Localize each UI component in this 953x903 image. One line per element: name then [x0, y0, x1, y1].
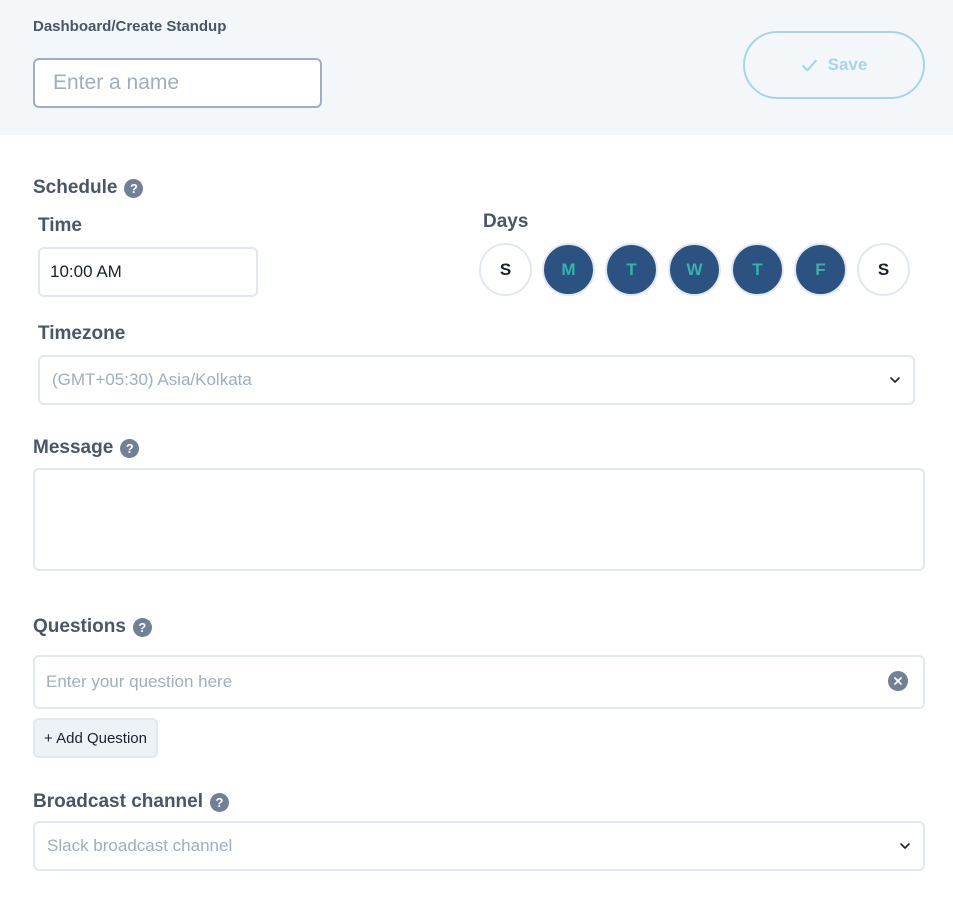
day-toggle-wednesday[interactable]: W	[668, 243, 721, 296]
breadcrumb[interactable]: Dashboard/Create Standup	[33, 18, 226, 35]
broadcast-help-icon[interactable]: ?	[210, 792, 229, 812]
questions-heading: Questions ?	[33, 616, 152, 638]
broadcast-placeholder: Slack broadcast channel	[47, 836, 233, 855]
timezone-value: (GMT+05:30) Asia/Kolkata	[52, 370, 252, 389]
broadcast-label: Broadcast channel	[33, 791, 203, 812]
timezone-label: Timezone	[38, 323, 126, 344]
chevron-down-icon	[890, 377, 900, 383]
chevron-down-icon	[900, 843, 910, 849]
message-label: Message	[33, 437, 114, 458]
schedule-heading: Schedule ?	[33, 177, 144, 199]
standup-name-input[interactable]	[33, 58, 322, 108]
message-help-icon[interactable]: ?	[120, 438, 140, 458]
save-button[interactable]: Save	[743, 31, 925, 99]
schedule-label: Schedule	[33, 177, 118, 198]
question-input[interactable]	[33, 655, 925, 709]
schedule-help-icon[interactable]: ?	[124, 178, 144, 198]
add-question-button[interactable]: + Add Question	[33, 718, 158, 758]
message-textarea[interactable]	[33, 468, 925, 571]
message-heading: Message ?	[33, 437, 140, 459]
day-toggle-saturday[interactable]: S	[857, 243, 910, 296]
days-label: Days	[483, 211, 529, 232]
check-icon	[801, 59, 817, 71]
day-toggle-monday[interactable]: M	[542, 243, 595, 296]
save-button-label: Save	[827, 55, 868, 74]
time-input[interactable]	[38, 247, 258, 297]
clear-question-icon[interactable]	[888, 671, 908, 691]
questions-label: Questions	[33, 616, 126, 637]
day-toggle-sunday[interactable]: S	[479, 243, 532, 296]
timezone-select[interactable]: (GMT+05:30) Asia/Kolkata	[38, 355, 915, 405]
questions-help-icon[interactable]: ?	[132, 617, 152, 637]
broadcast-channel-select[interactable]: Slack broadcast channel	[33, 821, 925, 871]
broadcast-heading: Broadcast channel ?	[33, 791, 229, 813]
day-selector: S M T W T F S	[479, 243, 910, 296]
day-toggle-friday[interactable]: F	[794, 243, 847, 296]
day-toggle-tuesday[interactable]: T	[605, 243, 658, 296]
page-header: Dashboard/Create Standup Save	[0, 0, 953, 135]
day-toggle-thursday[interactable]: T	[731, 243, 784, 296]
time-label: Time	[38, 215, 83, 236]
